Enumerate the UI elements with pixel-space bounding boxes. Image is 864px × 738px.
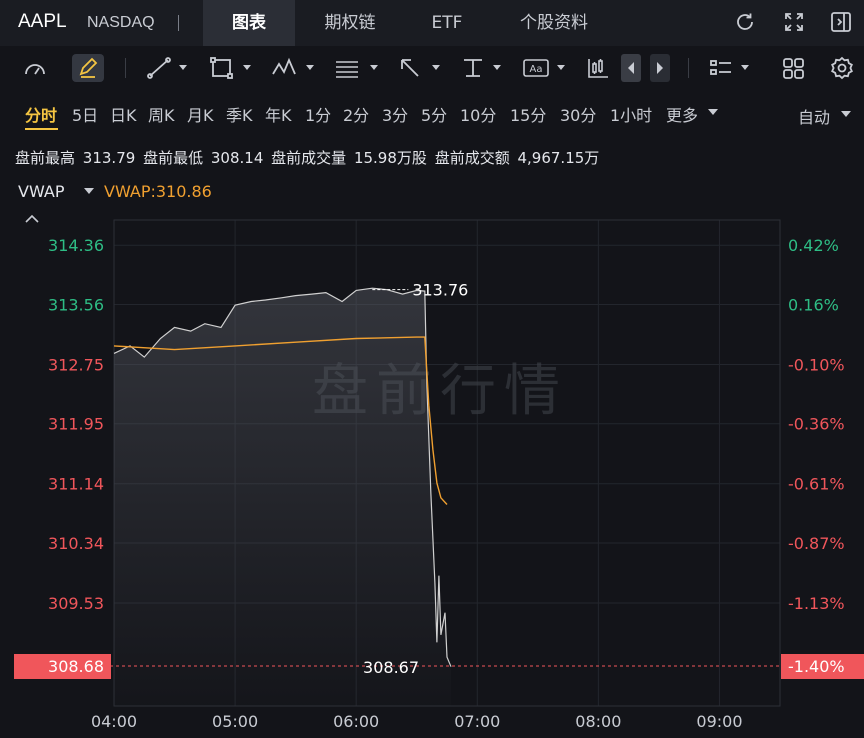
pct-tick-label: 0.16% <box>788 295 839 314</box>
y-tick-label: 311.95 <box>48 415 104 434</box>
high-annotation: 313.76 <box>412 281 468 300</box>
low-annotation: 308.67 <box>363 658 419 677</box>
price-area-fill <box>114 288 451 706</box>
x-tick-label: 09:00 <box>696 712 742 731</box>
pct-tick-label: -0.87% <box>788 534 845 553</box>
y-tick-label: 314.36 <box>48 236 104 255</box>
pct-tick-label: 0.42% <box>788 236 839 255</box>
x-tick-label: 06:00 <box>333 712 379 731</box>
price-chart[interactable]: 盘前行情 314.36 0.42%313.56 0.16%312.75 -0.10%3… <box>0 0 864 738</box>
pct-tick-label: -0.10% <box>788 355 845 374</box>
chevron-up-icon[interactable] <box>25 214 39 224</box>
x-tick-label: 08:00 <box>575 712 621 731</box>
price-area <box>114 288 451 706</box>
current-price-label: 308.68 <box>48 657 104 676</box>
chevron-down-icon[interactable] <box>84 188 94 196</box>
pct-tick-label: -0.36% <box>788 415 845 434</box>
y-tick-label: 313.56 <box>48 295 104 314</box>
y-tick-label: 310.34 <box>48 534 104 553</box>
x-tick-label: 07:00 <box>454 712 500 731</box>
y-tick-label: 312.75 <box>48 355 104 374</box>
current-pct-label: -1.40% <box>788 657 845 676</box>
y-tick-label: 309.53 <box>48 594 104 613</box>
pct-tick-label: -0.61% <box>788 475 845 494</box>
y-tick-label: 311.14 <box>48 475 104 494</box>
x-tick-label: 04:00 <box>91 712 137 731</box>
x-tick-label: 05:00 <box>212 712 258 731</box>
vwap-value: VWAP:310.86 <box>104 182 212 201</box>
pct-tick-label: -1.13% <box>788 594 845 613</box>
indicator-name[interactable]: VWAP <box>18 182 64 201</box>
